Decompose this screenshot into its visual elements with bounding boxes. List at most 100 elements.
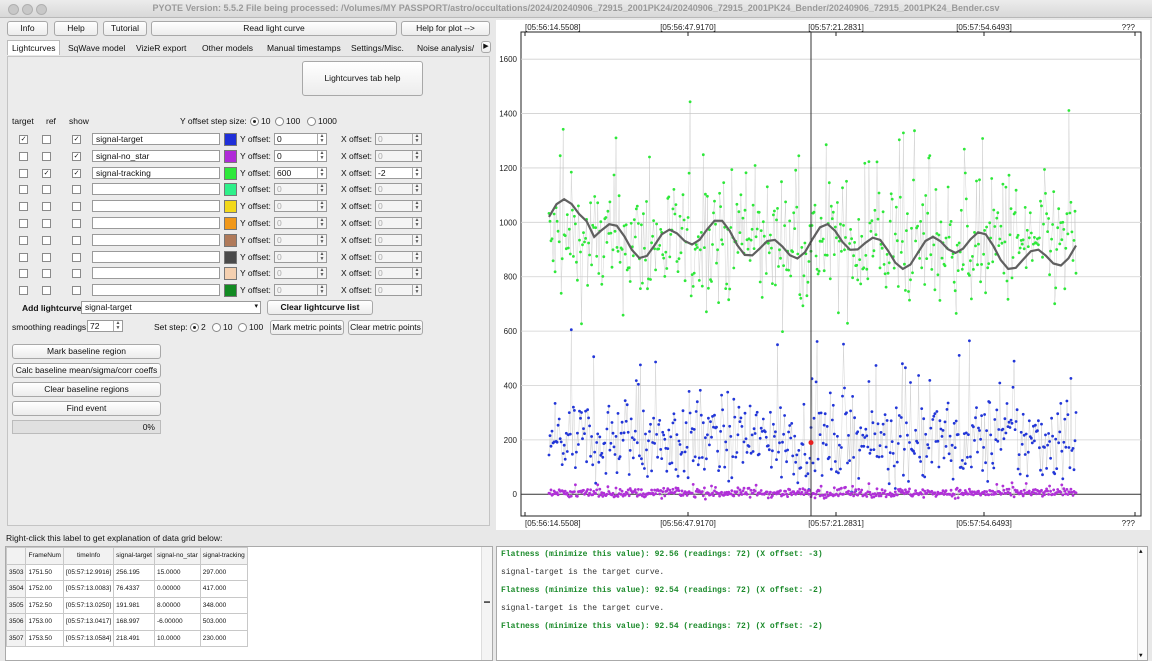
stepper-arrows-icon[interactable]: ▲ ▼ <box>412 285 421 296</box>
color-swatch[interactable] <box>224 233 237 247</box>
target-checkbox[interactable] <box>19 252 28 262</box>
row-number-cell[interactable]: 3507 <box>6 629 27 647</box>
tab-settings-misc[interactable]: Settings/Misc. <box>346 40 409 55</box>
stepper-arrows-icon[interactable]: ▲ ▼ <box>412 218 421 228</box>
target-checkbox[interactable] <box>19 202 28 212</box>
tab-other-models[interactable]: Other models <box>197 40 258 55</box>
x-offset-stepper[interactable]: 0 ▲ ▼ <box>375 133 422 145</box>
grid-column-header[interactable] <box>6 547 27 565</box>
stepper-arrows-icon[interactable]: ▲ ▼ <box>412 167 421 178</box>
ref-checkbox[interactable] <box>42 235 51 245</box>
set-step-10-radio[interactable] <box>212 323 221 332</box>
table-cell[interactable]: [05:57:13.0584] <box>62 629 115 647</box>
stepper-arrows-icon[interactable]: ▲ ▼ <box>317 218 326 228</box>
table-cell[interactable]: 8.00000 <box>153 596 201 614</box>
table-row[interactable]: 3504 1752.00 [05:57:13.0083] 76.4337 0.00000… <box>6 580 248 598</box>
table-cell[interactable]: [05:57:13.0250] <box>62 596 115 614</box>
x-offset-stepper[interactable]: -2 ▲ ▼ <box>375 166 422 179</box>
stepper-arrows-icon[interactable]: ▲ ▼ <box>412 134 421 144</box>
table-row[interactable]: 3503 1751.50 [05:57:12.9916] 256.195 15.0000… <box>6 563 248 581</box>
color-swatch[interactable] <box>224 200 237 214</box>
lightcurve-name-field[interactable] <box>92 284 220 297</box>
table-cell[interactable]: 1751.50 <box>25 563 64 581</box>
lightcurve-name-field[interactable]: signal-tracking <box>92 166 220 179</box>
yoffset-step-10-radio[interactable] <box>250 117 259 126</box>
help-button[interactable]: Help <box>54 21 98 36</box>
table-cell[interactable]: 503.000 <box>199 613 248 631</box>
y-offset-stepper[interactable]: 0 ▲ ▼ <box>274 133 327 145</box>
show-checkbox[interactable] <box>72 286 81 296</box>
y-offset-stepper[interactable]: 0 ▲ ▼ <box>274 217 327 229</box>
find-event-button[interactable]: Find event <box>12 401 161 416</box>
table-cell[interactable]: 15.0000 <box>153 563 201 581</box>
tab-lightcurves[interactable]: Lightcurves <box>7 40 61 55</box>
ref-checkbox[interactable] <box>42 202 51 212</box>
table-row[interactable]: 3505 1752.50 [05:57:13.0250] 191.981 8.00000… <box>6 596 248 614</box>
show-checkbox[interactable] <box>72 202 81 212</box>
tutorial-button[interactable]: Tutorial <box>103 21 147 36</box>
tab-vizier-export[interactable]: VizieR export <box>131 40 191 55</box>
ref-checkbox[interactable] <box>42 135 51 144</box>
color-swatch[interactable] <box>224 149 237 163</box>
stepper-arrows-icon[interactable]: ▲ ▼ <box>317 134 326 144</box>
table-cell[interactable]: 1752.50 <box>25 596 64 614</box>
target-checkbox[interactable]: ✓ <box>19 135 28 144</box>
help-for-plot-button[interactable]: Help for plot --> <box>401 21 490 36</box>
y-offset-stepper[interactable]: 0 ▲ ▼ <box>274 200 327 213</box>
x-offset-stepper[interactable]: 0 ▲ ▼ <box>375 284 422 297</box>
table-cell[interactable]: 168.997 <box>113 613 155 631</box>
mark-metric-points-button[interactable]: Mark metric points <box>270 320 344 335</box>
ref-checkbox[interactable] <box>42 185 51 195</box>
yoffset-step-100-radio[interactable] <box>275 117 284 126</box>
table-row[interactable]: 3507 1753.50 [05:57:13.0584] 218.491 10.0000… <box>6 629 248 647</box>
lightcurves-tab-help-button[interactable]: Lightcurves tab help <box>302 61 423 96</box>
x-offset-stepper[interactable]: 0 ▲ ▼ <box>375 267 422 280</box>
add-lightcurve-select[interactable]: signal-target ▾ <box>81 301 261 314</box>
table-cell[interactable]: 348.000 <box>199 596 248 614</box>
table-cell[interactable]: [05:57:13.0083] <box>62 580 115 598</box>
clear-baseline-regions-button[interactable]: Clear baseline regions <box>12 382 161 397</box>
x-offset-stepper[interactable]: 0 ▲ ▼ <box>375 233 422 246</box>
smoothing-readings-stepper[interactable]: 72 ▲ ▼ <box>87 320 123 332</box>
show-checkbox[interactable] <box>72 219 81 228</box>
row-number-cell[interactable]: 3504 <box>6 580 27 598</box>
color-swatch[interactable] <box>224 284 237 298</box>
color-swatch[interactable] <box>224 267 237 281</box>
table-cell[interactable]: 297.000 <box>199 563 248 581</box>
x-offset-stepper[interactable]: 0 ▲ ▼ <box>375 183 422 196</box>
calc-baseline-button[interactable]: Calc baseline mean/sigma/corr coeffs <box>12 363 161 378</box>
table-cell[interactable]: 76.4337 <box>113 580 155 598</box>
stepper-arrows-icon[interactable]: ▲ ▼ <box>317 184 326 195</box>
plot-canvas[interactable]: 0 200 400 600 800 1000 1200 1400 1600 [05:56:14.5… <box>496 20 1150 530</box>
table-cell[interactable]: 1753.50 <box>25 629 64 647</box>
ref-checkbox[interactable] <box>42 252 51 262</box>
set-step-2-radio[interactable] <box>190 323 199 332</box>
y-offset-stepper[interactable]: 0 ▲ ▼ <box>274 183 327 196</box>
lightcurve-name-field[interactable] <box>92 183 220 196</box>
lightcurve-name-field[interactable]: signal-target <box>92 133 220 145</box>
lightcurve-name-field[interactable] <box>92 233 220 246</box>
scroll-handle-icon[interactable]: ▬ <box>484 599 490 605</box>
table-cell[interactable]: -6.00000 <box>153 613 201 631</box>
color-swatch[interactable] <box>224 166 237 180</box>
log-scrollbar[interactable]: ▲ ▼ <box>1137 547 1147 660</box>
table-cell[interactable]: 230.000 <box>199 629 248 647</box>
grid-column-header[interactable]: timeInfo <box>62 547 115 565</box>
row-number-cell[interactable]: 3503 <box>6 563 27 581</box>
target-checkbox[interactable] <box>19 269 28 279</box>
ref-checkbox[interactable] <box>42 269 51 279</box>
table-cell[interactable]: 218.491 <box>113 629 155 647</box>
stepper-arrows-icon[interactable]: ▲ ▼ <box>412 251 421 262</box>
lightcurve-plot[interactable]: 0 200 400 600 800 1000 1200 1400 1600 [05:56:14.5… <box>496 20 1150 530</box>
table-row[interactable]: 3506 1753.00 [05:57:13.0417] 168.997 -6.0000… <box>6 613 248 631</box>
tab-sqwave-model[interactable]: SqWave model <box>63 40 130 55</box>
x-offset-stepper[interactable]: 0 ▲ ▼ <box>375 217 422 229</box>
output-log[interactable]: ▲ ▼ Flatness (minimize this value): 92.5… <box>496 546 1148 661</box>
y-offset-stepper[interactable]: 0 ▲ ▼ <box>274 267 327 280</box>
highlight-point[interactable] <box>808 440 814 446</box>
row-number-cell[interactable]: 3505 <box>6 596 27 614</box>
table-cell[interactable]: 1752.00 <box>25 580 64 598</box>
stepper-arrows-icon[interactable]: ▲ ▼ <box>317 201 326 212</box>
ref-checkbox[interactable] <box>42 219 51 228</box>
table-cell[interactable]: 1753.00 <box>25 613 64 631</box>
